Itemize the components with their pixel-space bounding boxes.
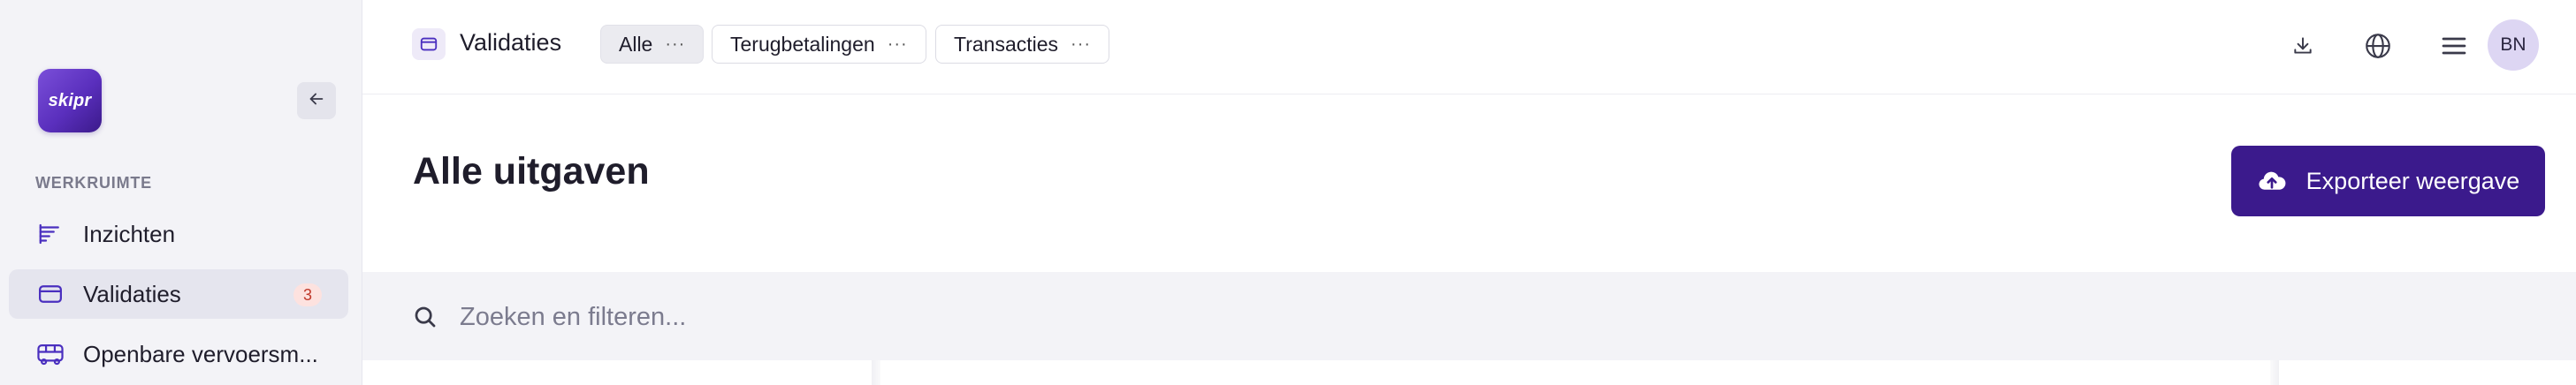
export-view-button[interactable]: Exporteer weergave (2231, 146, 2545, 216)
insights-icon (35, 219, 65, 249)
top-bar: Validaties Alle ··· Terugbetalingen ··· … (362, 0, 2576, 94)
sidebar-item-openbare-vervoersmiddelen[interactable]: Openbare vervoersm... (9, 329, 348, 379)
section-label-werkruimte: WERKRUIMTE (35, 174, 152, 192)
search-input[interactable] (458, 295, 1522, 339)
more-icon[interactable]: ··· (888, 34, 908, 55)
card-icon (35, 279, 65, 309)
bus-icon (35, 339, 65, 369)
search-icon (412, 304, 438, 335)
collapse-sidebar-button[interactable] (297, 82, 336, 119)
user-avatar[interactable]: BN (2488, 19, 2539, 71)
sidebar-item-label: Validaties (83, 280, 181, 307)
export-button-label: Exporteer weergave (2305, 167, 2520, 194)
tab-label: Alle (619, 32, 653, 56)
sidebar-item-validaties[interactable]: Validaties 3 (9, 269, 348, 319)
download-icon[interactable] (2283, 26, 2322, 65)
tab-terugbetalingen[interactable]: Terugbetalingen ··· (712, 25, 926, 64)
tab-label: Transacties (954, 32, 1059, 56)
tab-transacties[interactable]: Transacties ··· (935, 25, 1110, 64)
table-divider (872, 360, 880, 385)
sidebar-item-label: Inzichten (83, 220, 176, 247)
page-title: Alle uitgaven (413, 150, 650, 192)
count-badge: 3 (293, 283, 322, 306)
sidebar: skipr WERKRUIMTE Inzichten Validaties 3 … (0, 0, 362, 385)
tab-alle[interactable]: Alle ··· (600, 25, 705, 64)
arrow-left-icon (307, 89, 326, 113)
more-icon[interactable]: ··· (665, 34, 685, 55)
sidebar-item-label: Openbare vervoersm... (83, 340, 318, 367)
table-divider (2270, 360, 2279, 385)
sidebar-item-inzichten[interactable]: Inzichten (9, 209, 348, 259)
tab-label: Terugbetalingen (730, 32, 875, 56)
cloud-upload-icon (2257, 168, 2287, 194)
menu-icon[interactable] (2435, 26, 2473, 65)
globe-icon[interactable] (2359, 26, 2397, 65)
page-name: Validaties (460, 29, 562, 56)
skipr-logo[interactable]: skipr (38, 69, 102, 132)
card-icon (412, 28, 446, 60)
search-bar (362, 272, 2576, 360)
more-icon[interactable]: ··· (1071, 34, 1091, 55)
